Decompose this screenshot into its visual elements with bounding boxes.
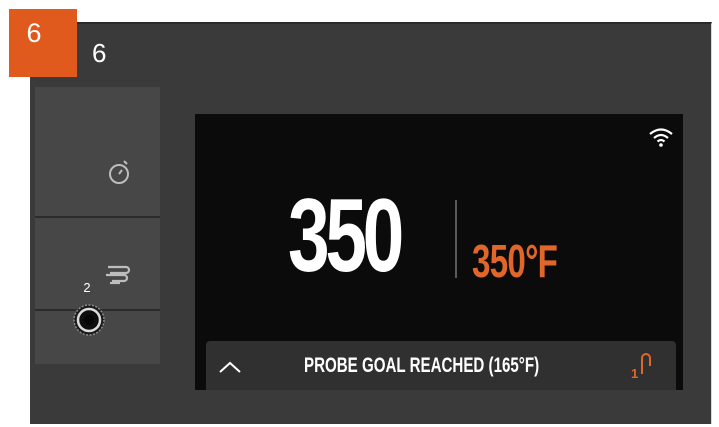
step-badge: 6 bbox=[9, 9, 77, 77]
step-title: 6 bbox=[92, 38, 107, 68]
chevron-up-icon[interactable] bbox=[218, 360, 242, 374]
status-message: PROBE GOAL REACHED (165°F) bbox=[304, 354, 540, 377]
actual-temperature: 350 bbox=[288, 178, 404, 294]
probe-1-icon: 1 bbox=[631, 353, 651, 380]
grill-controller-screenshot: 6 6 2 350 350°F PROBE GOAL REACHED (165°… bbox=[0, 0, 719, 427]
set-temperature[interactable]: 350°F bbox=[472, 238, 558, 284]
stopwatch-icon[interactable] bbox=[107, 158, 131, 186]
probe-port-label: 2 bbox=[83, 280, 91, 295]
control-divider bbox=[35, 216, 160, 218]
smoke-fan-icon[interactable] bbox=[104, 262, 132, 288]
wifi-icon bbox=[649, 128, 673, 147]
probe-indicator-number: 1 bbox=[631, 366, 638, 380]
probe-port-icon[interactable] bbox=[72, 303, 106, 337]
temperature-divider bbox=[455, 200, 457, 278]
